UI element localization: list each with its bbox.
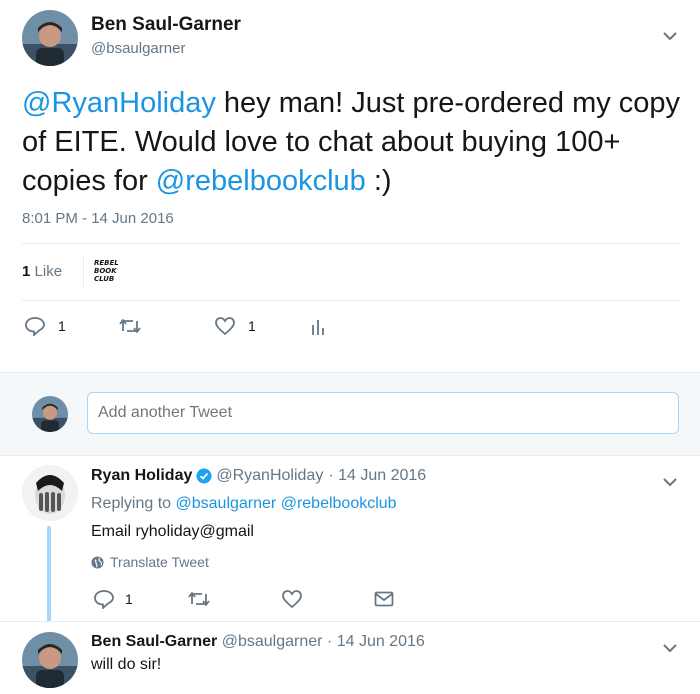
tweet-text: Email ryholiday@gmail	[91, 523, 254, 540]
chevron-down-icon[interactable]	[662, 28, 678, 46]
verified-badge-icon	[196, 468, 212, 484]
likes-stat[interactable]: 1 Like	[22, 263, 62, 280]
liker-logo-line: CLUB	[94, 275, 115, 283]
like-count: 1	[248, 318, 256, 334]
divider	[0, 621, 700, 622]
like-button[interactable]	[281, 589, 303, 609]
replying-label: Replying to	[91, 495, 172, 512]
likes-count: 1	[22, 263, 31, 280]
translate-label: Translate Tweet	[110, 554, 209, 570]
tweet-text: will do sir!	[91, 656, 162, 673]
author-handle[interactable]: @bsaulgarner	[91, 40, 185, 57]
avatar-photo	[22, 10, 78, 66]
like-button[interactable]: 1	[214, 316, 256, 336]
globe-icon	[91, 555, 104, 569]
replying-to: Replying to @bsaulgarner @rebelbookclub	[91, 495, 397, 513]
thread-line	[47, 526, 51, 622]
reply-button[interactable]: 1	[93, 589, 133, 609]
author-handle[interactable]: @RyanHoliday	[216, 467, 323, 485]
reply-button[interactable]: 1	[24, 316, 66, 336]
chevron-down-icon[interactable]	[662, 474, 678, 492]
analytics-button[interactable]	[311, 317, 325, 337]
avatar-photo	[22, 632, 78, 688]
avatar-photo	[22, 465, 78, 521]
mention-link[interactable]: @RyanHoliday	[22, 87, 216, 119]
tweet-timestamp[interactable]: 8:01 PM - 14 Jun 2016	[22, 210, 174, 227]
author-name[interactable]: Ben Saul-Garner	[91, 14, 241, 36]
reply-icon	[94, 590, 114, 609]
liker-logo-line: REBEL	[94, 259, 119, 267]
heart-icon	[215, 317, 235, 336]
chevron-down-icon[interactable]	[662, 640, 678, 658]
retweet-button[interactable]	[118, 317, 142, 335]
likes-label: Like	[34, 263, 63, 280]
compose-input[interactable]	[87, 392, 679, 434]
divider	[83, 255, 84, 289]
mention-link[interactable]: @rebelbookclub	[281, 495, 397, 512]
author-name[interactable]: Ryan Holiday	[91, 467, 192, 485]
avatar-photo	[32, 396, 68, 432]
retweet-icon	[119, 319, 141, 333]
retweet-icon	[188, 592, 210, 606]
reply-icon	[25, 317, 45, 336]
divider	[22, 243, 680, 244]
avatar[interactable]	[22, 632, 78, 688]
liker-avatar-rebel-book-club[interactable]: REBEL BOOK CLUB	[94, 259, 124, 285]
analytics-icon	[312, 320, 324, 335]
reply-count: 1	[58, 318, 66, 334]
translate-tweet[interactable]: Translate Tweet	[91, 554, 209, 570]
reply-header: Ryan Holiday @RyanHoliday · 14 Jun 2016	[91, 467, 426, 485]
envelope-icon	[374, 591, 394, 607]
direct-message-button[interactable]	[374, 591, 394, 607]
tweet-date[interactable]: · 14 Jun 2016	[328, 467, 426, 485]
divider	[22, 300, 680, 301]
user-avatar	[32, 396, 68, 432]
reply-header: Ben Saul-Garner @bsaulgarner · 14 Jun 20…	[91, 633, 425, 651]
author-handle[interactable]: @bsaulgarner	[222, 633, 323, 650]
heart-icon	[282, 590, 302, 609]
avatar[interactable]	[22, 465, 78, 521]
reply-count: 1	[125, 591, 133, 607]
avatar[interactable]	[22, 10, 78, 66]
mention-link[interactable]: @rebelbookclub	[156, 165, 366, 197]
author-name[interactable]: Ben Saul-Garner	[91, 633, 217, 650]
mention-link[interactable]: @bsaulgarner	[176, 495, 277, 512]
tweet-date[interactable]: · 14 Jun 2016	[327, 633, 425, 650]
retweet-button[interactable]	[187, 590, 211, 608]
tweet-text-part: :)	[365, 165, 392, 197]
liker-logo-line: BOOK	[94, 267, 117, 275]
tweet-text: @RyanHoliday hey man! Just pre-ordered m…	[22, 84, 687, 201]
